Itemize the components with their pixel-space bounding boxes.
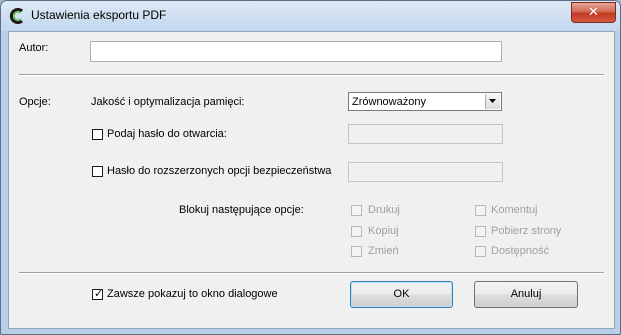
lock-modify-label: Zmień bbox=[368, 245, 399, 257]
close-button[interactable]: ✕ bbox=[571, 2, 616, 23]
open-password-checkbox[interactable] bbox=[92, 129, 103, 140]
open-password-label: Podaj hasło do otwarcia: bbox=[107, 128, 227, 140]
author-input[interactable] bbox=[90, 41, 502, 62]
chevron-down-icon bbox=[489, 99, 496, 103]
close-icon: ✕ bbox=[588, 4, 599, 19]
extended-password-label: Hasło do rozszerzonych opcji bezpieczeńs… bbox=[107, 165, 332, 177]
lock-extract-pages-checkbox[interactable] bbox=[475, 226, 486, 237]
dialog-window: Ustawienia eksportu PDF ✕ Autor: Opcje: … bbox=[0, 0, 621, 335]
app-logo-icon bbox=[9, 8, 25, 24]
lock-modify-checkbox[interactable] bbox=[351, 246, 362, 257]
lock-copy-label: Kopiuj bbox=[368, 225, 399, 237]
author-label: Autor: bbox=[19, 42, 49, 54]
lock-accessibility-checkbox[interactable] bbox=[475, 246, 486, 257]
quality-select[interactable]: Zrównoważony bbox=[348, 92, 502, 111]
lock-extract-pages-label: Pobierz strony bbox=[491, 225, 562, 237]
extended-password-input[interactable] bbox=[348, 162, 503, 182]
checkmark-icon: ✓ bbox=[94, 288, 104, 300]
lock-comment-checkbox[interactable] bbox=[475, 205, 486, 216]
cancel-button[interactable]: Anuluj bbox=[474, 281, 578, 308]
extended-password-checkbox[interactable] bbox=[92, 166, 103, 177]
quality-selected: Zrównoważony bbox=[352, 96, 426, 108]
title-bar[interactable]: Ustawienia eksportu PDF ✕ bbox=[1, 1, 620, 31]
separator-top bbox=[19, 74, 604, 76]
lock-print-checkbox[interactable] bbox=[351, 205, 362, 216]
always-show-label: Zawsze pokazuj to okno dialogowe bbox=[107, 288, 278, 300]
always-show-checkbox[interactable]: ✓ bbox=[92, 288, 104, 300]
lock-accessibility-label: Dostępność bbox=[491, 245, 550, 257]
dropdown-arrow[interactable] bbox=[485, 94, 500, 109]
window-title: Ustawienia eksportu PDF bbox=[31, 8, 167, 22]
lock-comment-label: Komentuj bbox=[491, 204, 538, 216]
open-password-input[interactable] bbox=[348, 124, 503, 144]
separator-bottom bbox=[19, 272, 604, 274]
lock-print-label: Drukuj bbox=[368, 204, 400, 216]
dialog-content: Autor: Opcje: Jakość i optymalizacja pam… bbox=[8, 31, 615, 329]
ok-button[interactable]: OK bbox=[350, 281, 453, 308]
lock-options-label: Blokuj następujące opcje: bbox=[179, 204, 304, 216]
quality-label: Jakość i optymalizacja pamięci: bbox=[91, 96, 245, 108]
lock-copy-checkbox[interactable] bbox=[351, 226, 362, 237]
options-label: Opcje: bbox=[19, 96, 51, 108]
